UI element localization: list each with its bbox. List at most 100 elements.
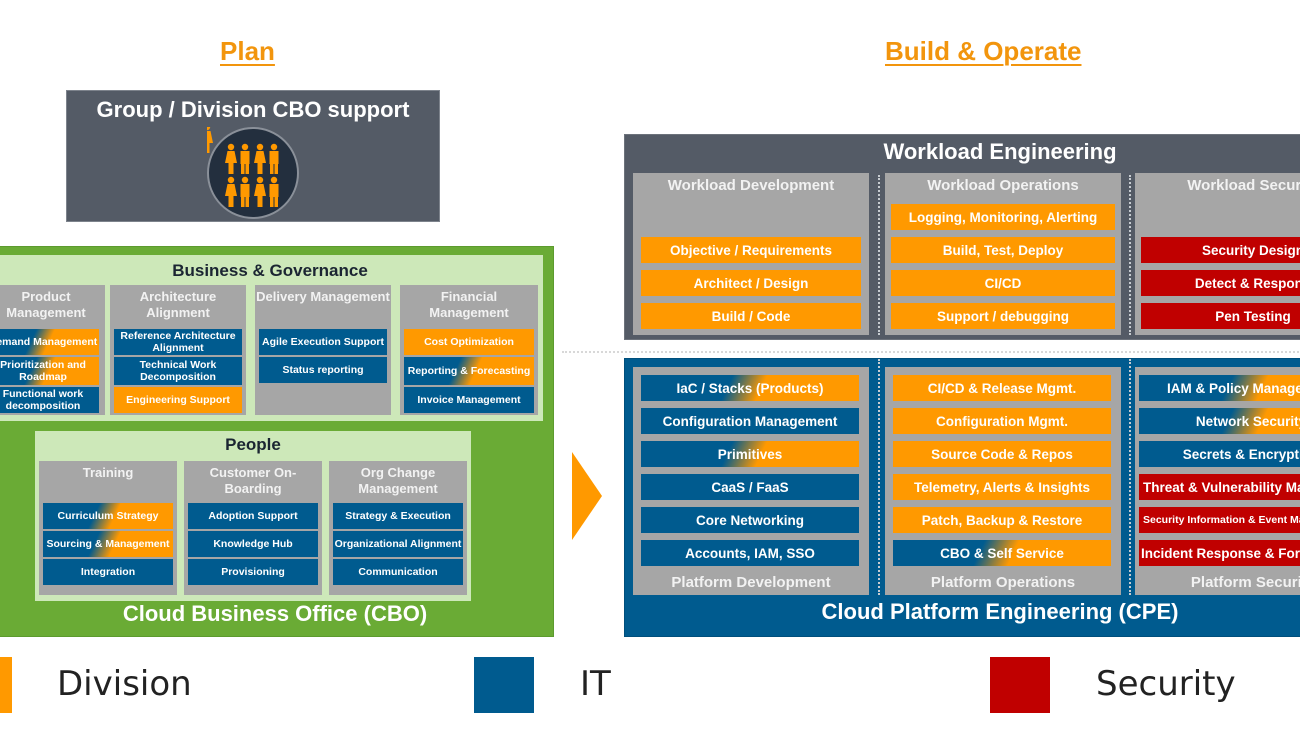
column-platform-operations: CI/CD & Release Mgmt. Configuration Mgmt… xyxy=(885,367,1121,595)
item-detect-respond: Detect & Respond xyxy=(1141,270,1300,296)
column-financial-management: Financial Management Cost Optimization R… xyxy=(400,285,538,415)
item-organizational-alignment: Organizational Alignment xyxy=(333,531,463,557)
item-integration: Integration xyxy=(43,559,173,585)
item-incident-response-forensics: Incident Response & Forensics xyxy=(1139,540,1300,566)
item-configuration-management: Configuration Management xyxy=(641,408,859,434)
column-title: Product Management xyxy=(6,289,86,320)
column-title: Customer On-Boarding xyxy=(209,465,297,496)
column-footer: Platform Development xyxy=(671,574,831,591)
item-agile-execution-support: Agile Execution Support xyxy=(259,329,387,355)
item-configuration-mgmt: Configuration Mgmt. xyxy=(893,408,1111,434)
column-workload-security: Workload Security Security Design Detect… xyxy=(1135,173,1300,335)
legend-swatch-division xyxy=(0,657,12,713)
column-platform-development: IaC / Stacks (Products) Configuration Ma… xyxy=(633,367,869,595)
business-governance-panel: Business & Governance Product Management… xyxy=(0,255,543,421)
item-support-debugging: Support / debugging xyxy=(891,303,1115,329)
item-cicd-release-mgmt: CI/CD & Release Mgmt. xyxy=(893,375,1111,401)
column-title: Financial Management xyxy=(429,289,509,320)
column-architecture-alignment: Architecture Alignment Reference Archite… xyxy=(110,285,246,415)
item-cost-optimization: Cost Optimization xyxy=(404,329,534,355)
item-architect-design: Architect / Design xyxy=(641,270,861,296)
item-status-reporting: Status reporting xyxy=(259,357,387,383)
item-communication: Communication xyxy=(333,559,463,585)
section-divider xyxy=(562,351,1300,353)
cloud-business-office: Business & Governance Product Management… xyxy=(0,246,554,637)
item-functional-work-decomposition: Functional work decomposition xyxy=(0,387,99,413)
column-workload-development: Workload Development Objective / Require… xyxy=(633,173,869,335)
item-security-design: Security Design xyxy=(1141,237,1300,263)
item-threat-vulnerability-management: Threat & Vulnerability Management xyxy=(1139,474,1300,500)
column-title: Workload Security xyxy=(1187,177,1300,194)
item-invoice-management: Invoice Management xyxy=(404,387,534,413)
people-panel: People Training Curriculum Strategy Sour… xyxy=(35,431,471,601)
column-divider xyxy=(878,359,880,595)
cpe-title: Cloud Platform Engineering (CPE) xyxy=(821,599,1179,624)
arrow-right-icon xyxy=(572,452,602,540)
item-build-test-deploy: Build, Test, Deploy xyxy=(891,237,1115,263)
item-adoption-support: Adoption Support xyxy=(188,503,318,529)
item-sourcing-management: Sourcing & Management xyxy=(43,531,173,557)
column-divider xyxy=(1129,175,1131,335)
phase-title-plan: Plan xyxy=(220,36,275,66)
item-reporting-forecasting: Reporting & Forecasting xyxy=(404,357,534,385)
column-delivery-management: Delivery Management Agile Execution Supp… xyxy=(255,285,391,415)
column-title: Workload Operations xyxy=(927,177,1079,194)
item-caas-faas: CaaS / FaaS xyxy=(641,474,859,500)
column-title: Delivery Management xyxy=(256,289,390,304)
legend-label-it: IT xyxy=(580,664,611,704)
legend-label-security: Security xyxy=(1096,664,1236,704)
item-reference-architecture-alignment: Reference Architecture Alignment xyxy=(114,329,242,355)
business-governance-title: Business & Governance xyxy=(172,261,368,280)
people-group-icon xyxy=(207,127,299,219)
item-core-networking: Core Networking xyxy=(641,507,859,533)
column-product-management: Product Management Demand Management Pri… xyxy=(0,285,105,415)
item-siem: Security Information & Event Management xyxy=(1139,507,1300,533)
item-logging-monitoring-alerting: Logging, Monitoring, Alerting xyxy=(891,204,1115,230)
column-title: Architecture Alignment xyxy=(139,289,217,320)
column-workload-operations: Workload Operations Logging, Monitoring,… xyxy=(885,173,1121,335)
item-curriculum-strategy: Curriculum Strategy xyxy=(43,503,173,529)
item-technical-work-decomposition: Technical Work Decomposition xyxy=(114,357,242,385)
item-pen-testing: Pen Testing xyxy=(1141,303,1300,329)
column-divider xyxy=(878,175,880,335)
legend-swatch-it xyxy=(474,657,534,713)
item-network-security: Network Security xyxy=(1139,408,1300,434)
item-cbo-self-service: CBO & Self Service xyxy=(893,540,1111,566)
column-title: Training xyxy=(82,465,134,480)
item-objective-requirements: Objective / Requirements xyxy=(641,237,861,263)
item-telemetry-alerts-insights: Telemetry, Alerts & Insights xyxy=(893,474,1111,500)
item-build-code: Build / Code xyxy=(641,303,861,329)
item-patch-backup-restore: Patch, Backup & Restore xyxy=(893,507,1111,533)
group-support-title: Group / Division CBO support xyxy=(96,97,410,122)
legend-label-division: Division xyxy=(57,664,192,704)
group-division-cbo-support: Group / Division CBO support xyxy=(66,90,440,222)
column-title: Org Change Management xyxy=(358,465,438,496)
item-primitives: Primitives xyxy=(641,441,859,467)
column-divider xyxy=(1129,359,1131,595)
phase-title-build-operate: Build & Operate xyxy=(885,36,1082,66)
item-knowledge-hub: Knowledge Hub xyxy=(188,531,318,557)
item-source-code-repos: Source Code & Repos xyxy=(893,441,1111,467)
column-title: Workload Development xyxy=(667,177,835,194)
item-prioritization-roadmap: Prioritization and Roadmap xyxy=(0,357,99,385)
column-customer-onboarding: Customer On-Boarding Adoption Support Kn… xyxy=(184,461,322,595)
column-org-change-management: Org Change Management Strategy & Executi… xyxy=(329,461,467,595)
item-accounts-iam-sso: Accounts, IAM, SSO xyxy=(641,540,859,566)
item-engineering-support: Engineering Support xyxy=(114,387,242,413)
legend-swatch-security xyxy=(990,657,1050,713)
workload-engineering: Workload Engineering Workload Developmen… xyxy=(624,134,1300,340)
workload-engineering-title: Workload Engineering xyxy=(883,139,1117,164)
column-footer: Platform Operations xyxy=(930,574,1076,591)
item-ci-cd: CI/CD xyxy=(891,270,1115,296)
item-secrets-encryption: Secrets & Encryption xyxy=(1139,441,1300,467)
column-footer: Platform Security xyxy=(1190,574,1300,591)
cbo-title: Cloud Business Office (CBO) xyxy=(122,601,428,626)
item-iam-policy-management: IAM & Policy Management xyxy=(1139,375,1300,401)
column-platform-security: IAM & Policy Management Network Security… xyxy=(1135,367,1300,595)
item-provisioning: Provisioning xyxy=(188,559,318,585)
column-training: Training Curriculum Strategy Sourcing & … xyxy=(39,461,177,595)
item-iac-stacks: IaC / Stacks (Products) xyxy=(641,375,859,401)
item-strategy-execution: Strategy & Execution xyxy=(333,503,463,529)
item-demand-management: Demand Management xyxy=(0,329,99,355)
people-title: People xyxy=(225,435,281,454)
